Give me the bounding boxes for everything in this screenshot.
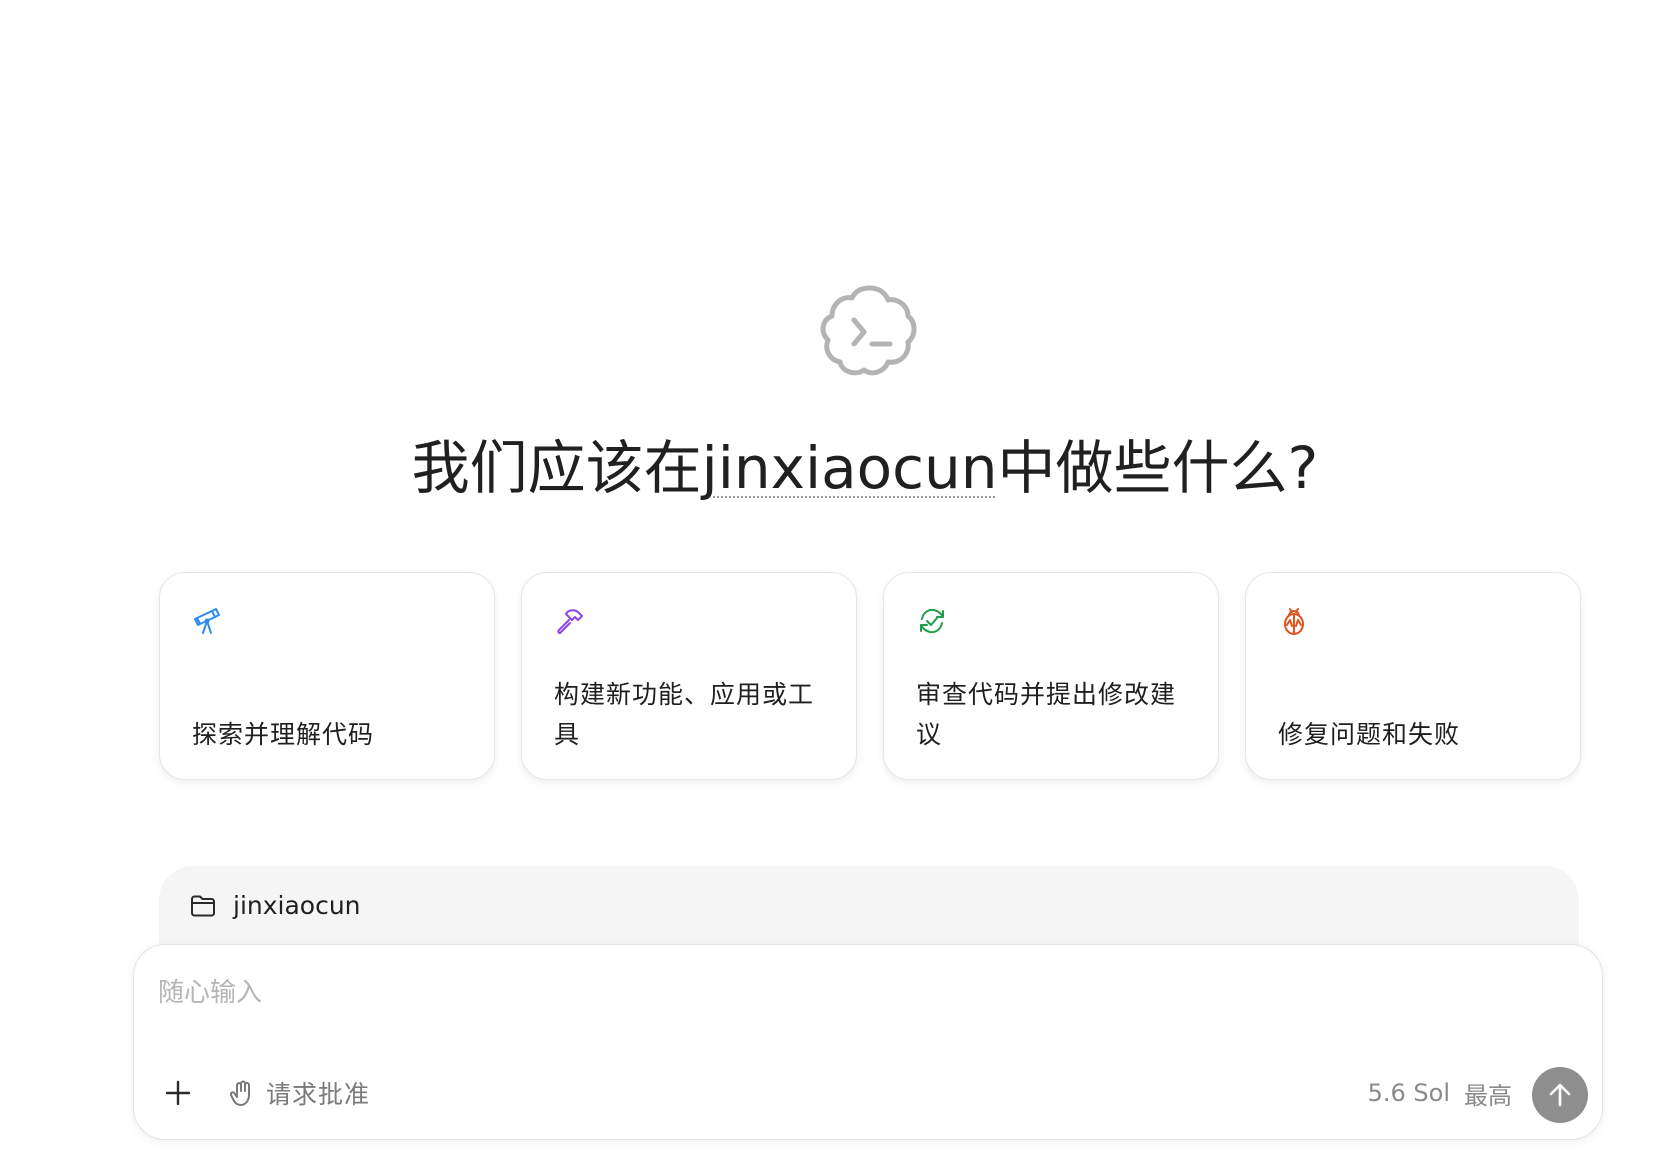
refresh-check-icon xyxy=(920,608,944,634)
model-label: 5.6 Sol xyxy=(1367,1079,1450,1107)
suggestion-label: 探索并理解代码 xyxy=(192,720,375,749)
suggestion-label: 修复问题和失败 xyxy=(1278,720,1461,749)
suggestion-label: 构建新功能、应用或工具 xyxy=(554,680,815,749)
model-selector[interactable]: 5.6 Sol 最高 xyxy=(1368,1071,1512,1115)
telescope-icon xyxy=(194,608,220,634)
suggestion-card-fix[interactable]: 修复问题和失败 xyxy=(1245,572,1581,780)
arrow-up-icon xyxy=(1549,1083,1571,1107)
hand-icon xyxy=(229,1080,250,1106)
bug-icon xyxy=(1284,608,1304,635)
hammer-icon xyxy=(557,609,583,634)
folder-icon xyxy=(191,895,215,917)
send-button[interactable] xyxy=(1532,1067,1588,1123)
title-suffix: 中做些什么? xyxy=(997,434,1319,502)
plus-icon xyxy=(165,1080,191,1106)
title-prefix: 我们应该在 xyxy=(411,434,702,502)
suggestion-card-build[interactable]: 构建新功能、应用或工具 xyxy=(521,572,857,780)
page-title: 我们应该在jinxiaocun中做些什么? xyxy=(0,432,1668,504)
terminal-cloud-icon xyxy=(820,285,917,376)
suggestion-card-explore[interactable]: 探索并理解代码 xyxy=(159,572,495,780)
home-screen: 我们应该在jinxiaocun中做些什么? 探索并理解代码 构建新功能、应用或工… xyxy=(0,0,1668,1162)
add-attachment-button[interactable] xyxy=(158,1073,198,1113)
suggestion-cards: 探索并理解代码 构建新功能、应用或工具 审查代码并提出修改建议 修复问题和失败 xyxy=(159,572,1581,782)
prompt-composer: 请求批准 5.6 Sol 最高 xyxy=(133,944,1603,1140)
workspace-folder-name: jinxiaocun xyxy=(233,891,361,920)
suggestion-label: 审查代码并提出修改建议 xyxy=(916,680,1177,749)
prompt-input[interactable] xyxy=(158,971,1458,1015)
effort-label: 最高 xyxy=(1464,1081,1512,1110)
project-name-link[interactable]: jinxiaocun xyxy=(702,434,998,502)
request-approval-button[interactable]: 请求批准 xyxy=(228,1071,370,1115)
approval-label: 请求批准 xyxy=(266,1080,371,1109)
suggestion-card-review[interactable]: 审查代码并提出修改建议 xyxy=(883,572,1219,780)
